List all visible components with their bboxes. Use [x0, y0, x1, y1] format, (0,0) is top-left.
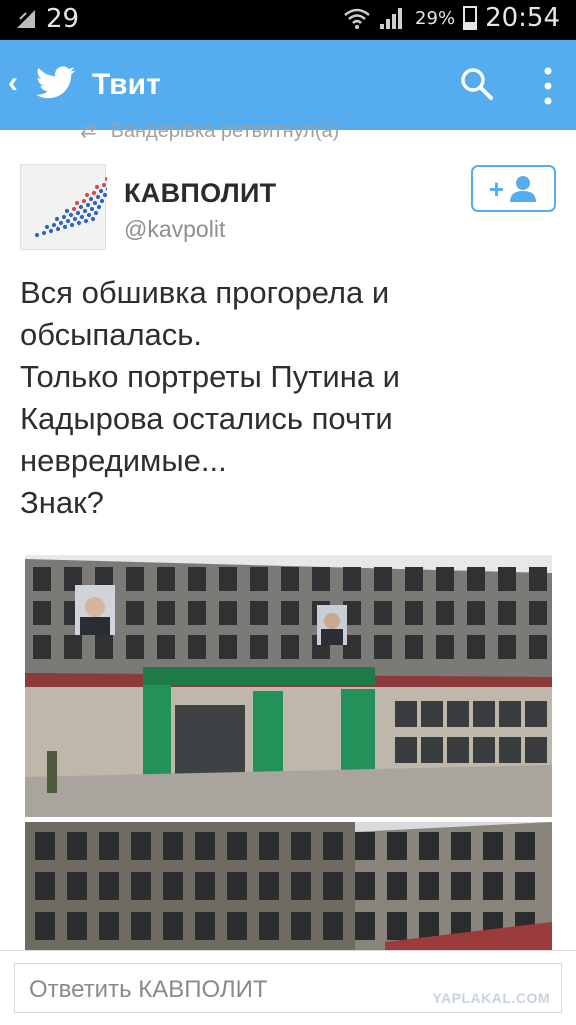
clock: 20:54: [485, 3, 560, 33]
avatar[interactable]: [20, 164, 120, 250]
reply-bar: Ответить КАВПОЛИТ YAPLAKAL.COM: [0, 950, 576, 1025]
tweet-line: Кадырова остались почти: [20, 401, 393, 436]
author-handle[interactable]: @kavpolit: [124, 216, 225, 243]
twitter-bird-icon[interactable]: [36, 64, 76, 102]
tweet-photo-1[interactable]: [25, 555, 552, 817]
tweet-line: Только портреты Путина и: [20, 359, 400, 394]
add-user-icon: [510, 175, 537, 202]
kavpolit-logo: [34, 168, 120, 238]
watermark: YAPLAKAL.COM: [432, 990, 550, 1006]
author-name[interactable]: КАВПОЛИТ: [124, 178, 276, 209]
app-bar: ‹ Твит: [0, 40, 576, 130]
tweet-text: Вся обшивка прогорела и обсыпалась. Толь…: [20, 272, 560, 524]
search-icon[interactable]: [459, 66, 495, 102]
battery-percent: 29%: [415, 7, 456, 29]
cell-signal-icon: [380, 8, 403, 29]
follow-button[interactable]: +: [471, 165, 556, 212]
tweet-line: обсыпалась.: [20, 317, 203, 352]
tweet-line: невредимые...: [20, 443, 227, 478]
more-vert-icon[interactable]: [541, 66, 555, 106]
burned-building-photo-2: [25, 822, 552, 952]
status-left: 29: [14, 4, 79, 34]
follow-plus: +: [488, 173, 505, 204]
retweet-text: Бандерівка ретвитнул(а): [110, 120, 340, 142]
reply-placeholder: Ответить КАВПОЛИТ: [29, 976, 268, 1003]
notification-count: 29: [46, 4, 80, 34]
tweet-line: Вся обшивка прогорела и: [20, 275, 390, 310]
page-title: Твит: [92, 68, 161, 101]
chevron-left-icon[interactable]: ‹: [8, 66, 18, 100]
status-bar: 29 29% 20:54: [0, 0, 576, 40]
status-right: 29% 20:54: [343, 3, 560, 33]
burned-building-photo: [25, 555, 552, 817]
tweet-photo-2[interactable]: [25, 822, 552, 952]
wifi-icon: [344, 8, 370, 29]
retweet-icon: ⇄: [80, 120, 97, 142]
signal-icon: [17, 10, 35, 28]
tweet-line: Знак?: [20, 485, 104, 520]
retweet-note: ⇄ Бандерівка ретвитнул(а): [80, 118, 339, 143]
battery-icon: [463, 6, 478, 30]
